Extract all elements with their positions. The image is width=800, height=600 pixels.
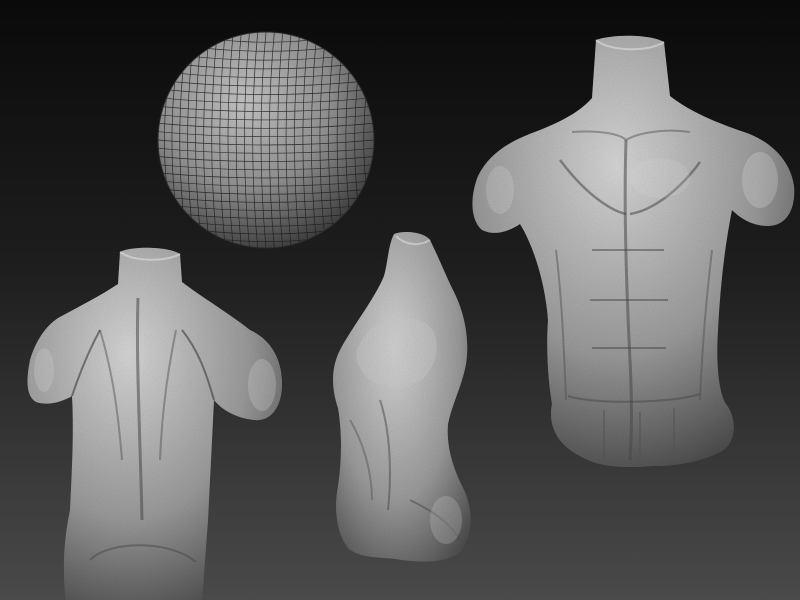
wireframe-sphere <box>157 31 375 249</box>
scene-canvas <box>0 0 800 600</box>
sculpt-viewport <box>0 0 800 600</box>
